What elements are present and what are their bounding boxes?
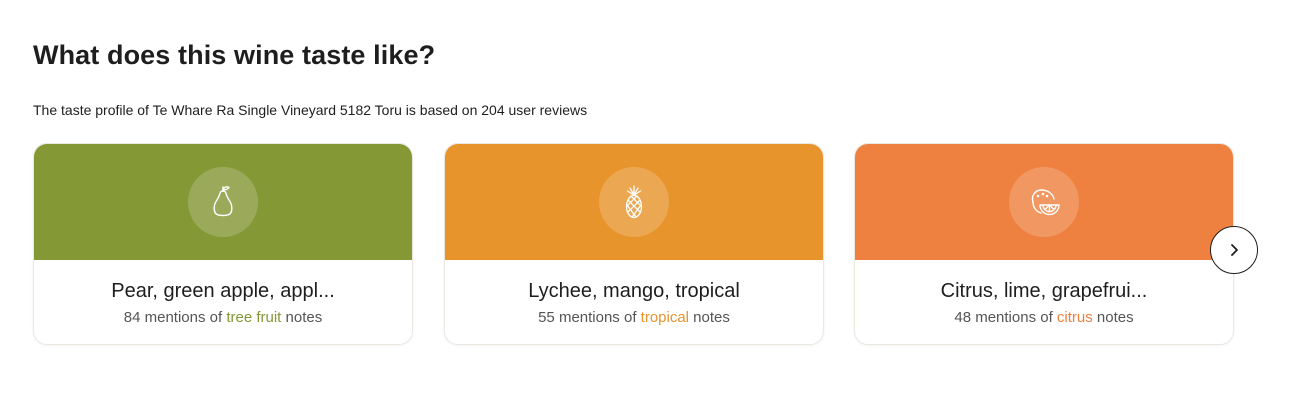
card-header [855, 144, 1233, 260]
mentions-count-text: 48 mentions of [954, 309, 1057, 326]
taste-cards-carousel: Pear, green apple, appl... 84 mentions o… [33, 143, 1234, 345]
mentions-suffix: notes [689, 309, 730, 326]
card-body: Pear, green apple, appl... 84 mentions o… [34, 260, 412, 328]
taste-card-citrus[interactable]: Citrus, lime, grapefrui... 48 mentions o… [854, 143, 1234, 345]
flavor-category: tree fruit [226, 309, 282, 326]
card-body: Citrus, lime, grapefrui... 48 mentions o… [855, 260, 1233, 328]
taste-card-tropical[interactable]: Lychee, mango, tropical 55 mentions of t… [444, 143, 824, 345]
card-flavor-names: Citrus, lime, grapefrui... [940, 280, 1148, 302]
card-header [34, 144, 412, 260]
pineapple-icon [625, 185, 643, 219]
flavor-category: citrus [1056, 309, 1093, 326]
taste-profile-section: What does this wine taste like? The tast… [0, 0, 1310, 411]
icon-circle [1009, 167, 1079, 237]
citrus-icon [1031, 189, 1060, 216]
taste-card-tree-fruit[interactable]: Pear, green apple, appl... 84 mentions o… [33, 143, 413, 345]
icon-circle [188, 167, 258, 237]
chevron-right-icon [1231, 244, 1238, 256]
card-flavor-names: Lychee, mango, tropical [528, 280, 740, 302]
mentions-count-text: 84 mentions of [123, 309, 227, 326]
flavor-category: tropical [640, 309, 690, 326]
icon-circle [599, 167, 669, 237]
card-flavor-names: Pear, green apple, appl... [111, 280, 335, 302]
card-header [445, 144, 823, 260]
card-mentions: 48 mentions of citrus notes [855, 308, 1233, 328]
pear-icon [213, 186, 233, 217]
mentions-count-text: 55 mentions of [538, 309, 641, 326]
card-body: Lychee, mango, tropical 55 mentions of t… [445, 260, 823, 328]
carousel-next-button[interactable] [1210, 226, 1258, 274]
section-title: What does this wine taste like? [33, 40, 436, 70]
mentions-suffix: notes [1092, 309, 1134, 326]
mentions-suffix: notes [281, 309, 323, 326]
card-mentions: 84 mentions of tree fruit notes [34, 308, 412, 328]
section-subtitle: The taste profile of Te Whare Ra Single … [33, 102, 588, 118]
card-mentions: 55 mentions of tropical notes [445, 308, 823, 328]
